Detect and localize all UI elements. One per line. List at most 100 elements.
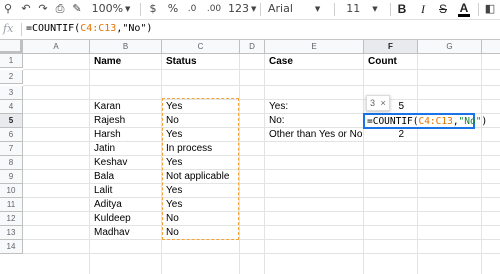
increase-decimals-button[interactable]: .00	[203, 1, 225, 17]
select-all-corner[interactable]	[0, 40, 23, 54]
formula-input[interactable]: =COUNTIF(C4:C13,"No")	[26, 22, 152, 36]
cell-b4[interactable]: Karan	[91, 100, 162, 114]
strikethrough-button[interactable]: S	[437, 1, 449, 17]
row-header-13[interactable]: 13	[0, 226, 23, 240]
row-header-5[interactable]: 5	[0, 114, 23, 128]
font-size-value: 11	[346, 2, 361, 15]
grid-line	[363, 54, 364, 274]
cell-b5[interactable]: Rajesh	[91, 114, 162, 128]
grid-line	[264, 54, 265, 274]
toolbar: ⚲ ↶ ↷ ⎙ ✎ 100% ▼ $ % .0 .00 123 ▼ Arial ▼ 1…	[0, 0, 500, 20]
row-header-11[interactable]: 11	[0, 198, 23, 212]
cell-b8[interactable]: Keshav	[91, 156, 162, 170]
grid-line	[481, 54, 482, 274]
cell-b10[interactable]: Lalit	[91, 184, 162, 198]
grid-line	[23, 85, 500, 86]
row-header-14[interactable]: 14	[0, 240, 23, 254]
cell-e5[interactable]: No:	[266, 114, 365, 128]
chevron-down-icon: ▼	[251, 5, 257, 13]
edit-close: )	[481, 116, 488, 127]
percent-format-button[interactable]: %	[167, 1, 179, 17]
print-icon[interactable]: ⎙	[54, 1, 66, 17]
cell-b2[interactable]: Name	[91, 55, 162, 69]
row-header-4[interactable]: 4	[0, 100, 23, 114]
undo-icon[interactable]: ↶	[20, 1, 32, 17]
zoom-select[interactable]: 100% ▼	[88, 1, 134, 17]
chevron-down-icon: ▼	[372, 5, 378, 13]
cell-f6[interactable]: 2	[364, 128, 407, 142]
range-highlight	[162, 98, 239, 240]
font-family-select[interactable]: Arial ▼	[268, 1, 330, 17]
row-header-8[interactable]: 8	[0, 156, 23, 170]
formula-prefix: =COUNTIF(	[26, 23, 81, 34]
more-formats-label: 123	[228, 2, 249, 15]
column-header-g[interactable]: G	[418, 40, 482, 54]
more-formats-button[interactable]: 123 ▼	[228, 1, 257, 17]
edit-prefix: =COUNTIF(	[367, 116, 419, 127]
formula-range-ref: C4:C13	[80, 23, 117, 34]
cell-f5-formula[interactable]: =COUNTIF(C4:C13,"No")	[365, 115, 487, 129]
row-header-6[interactable]: 6	[0, 128, 23, 142]
toolbar-divider	[390, 3, 391, 16]
column-header-f[interactable]: F	[364, 40, 418, 54]
row-header-3[interactable]: 3	[0, 86, 23, 100]
font-family-value: Arial	[268, 2, 293, 15]
cell-b7[interactable]: Jatin	[91, 142, 162, 156]
edit-range-ref: C4:C13	[418, 116, 453, 127]
formula-bar-divider	[21, 23, 22, 36]
font-color-swatch	[458, 14, 470, 17]
chevron-down-icon: ▼	[125, 5, 131, 13]
cell-b6[interactable]: Harsh	[91, 128, 162, 142]
cell-e6[interactable]: Other than Yes or No	[266, 128, 365, 142]
cell-b13[interactable]: Madhav	[91, 226, 162, 240]
grid-line	[89, 54, 90, 274]
column-header-h[interactable]	[482, 40, 500, 54]
grid-line	[23, 253, 500, 254]
cell-e4[interactable]: Yes:	[266, 100, 365, 114]
search-menus-icon[interactable]: ⚲	[2, 1, 14, 17]
font-size-select[interactable]: 11 ▼	[340, 1, 384, 17]
currency-format-button[interactable]: $	[147, 1, 159, 17]
column-header-a[interactable]: A	[23, 40, 90, 54]
tooltip-value: 3	[370, 98, 376, 108]
row-header-12[interactable]: 12	[0, 212, 23, 226]
formula-bar: fx =COUNTIF(C4:C13,"No")	[0, 20, 500, 40]
paint-format-icon[interactable]: ✎	[71, 1, 83, 17]
cell-b11[interactable]: Aditya	[91, 198, 162, 212]
row-header-7[interactable]: 7	[0, 142, 23, 156]
chevron-down-icon: ▼	[314, 5, 321, 13]
decrease-decimals-button[interactable]: .0	[184, 1, 200, 17]
row-header-9[interactable]: 9	[0, 170, 23, 184]
font-color-letter: A	[459, 1, 469, 15]
column-header-b[interactable]: B	[90, 40, 162, 54]
row-header-2[interactable]: 2	[0, 70, 23, 84]
font-color-button[interactable]: A	[457, 1, 471, 17]
formula-suffix: ,"No")	[116, 23, 153, 34]
column-header-e[interactable]: E	[265, 40, 364, 54]
toolbar-divider	[260, 3, 261, 16]
italic-button[interactable]: I	[417, 1, 429, 17]
spreadsheet-grid: A B C D E F G 1 2 3 4 5 6 7 8 9 10 11 12…	[0, 40, 500, 274]
close-icon[interactable]: ×	[381, 98, 386, 108]
active-cell-editor[interactable]: =COUNTIF(C4:C13,"No")	[363, 113, 487, 129]
column-header-c[interactable]: C	[162, 40, 240, 54]
cell-f2[interactable]: Count	[365, 55, 418, 69]
bold-button[interactable]: B	[396, 1, 408, 17]
row-header-1[interactable]: 1	[0, 54, 23, 68]
fill-color-icon[interactable]: ◧	[484, 1, 496, 17]
cell-b9[interactable]: Bala	[91, 170, 162, 184]
toolbar-divider	[478, 3, 479, 16]
cell-e2[interactable]: Case	[266, 55, 365, 69]
cell-b12[interactable]: Kuldeep	[91, 212, 162, 226]
column-header-d[interactable]: D	[240, 40, 265, 54]
zoom-value: 100%	[91, 2, 124, 15]
edit-string: "No"	[458, 116, 482, 127]
cell-c2[interactable]: Status	[163, 55, 240, 69]
fx-icon: fx	[3, 22, 14, 35]
toolbar-divider	[334, 3, 335, 16]
formula-result-tooltip: 3 ×	[366, 95, 390, 111]
toolbar-divider	[140, 3, 141, 16]
redo-icon[interactable]: ↷	[37, 1, 49, 17]
row-header-10[interactable]: 10	[0, 184, 23, 198]
grid-line	[23, 69, 500, 70]
